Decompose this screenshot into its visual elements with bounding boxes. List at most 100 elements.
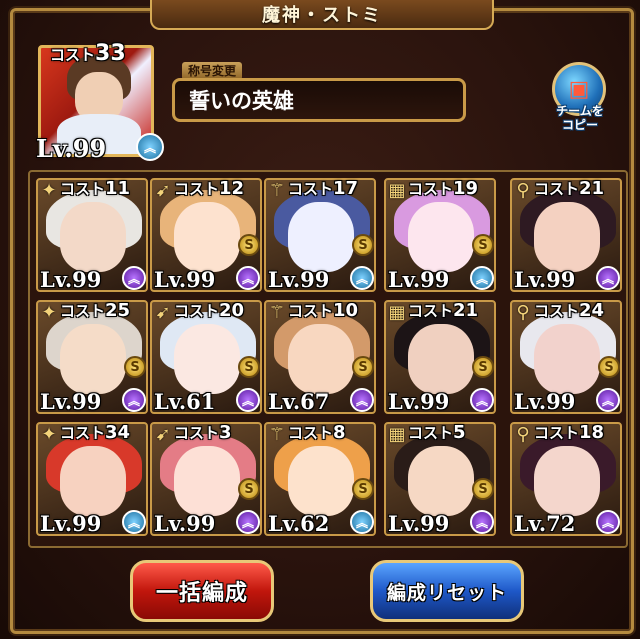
title-value: 誓いの英雄 [189, 89, 294, 113]
skill-s-badge: S [352, 356, 374, 378]
member-cost: コスト34 [60, 422, 131, 443]
class-icon: ⚚ [268, 424, 286, 445]
class-icon: ✦ [41, 180, 57, 201]
awakening-chevron-icon: ︽ [470, 266, 494, 290]
member-level: Lv.99 [388, 511, 450, 536]
skill-s-badge: S [238, 234, 260, 256]
member-cost: コスト8 [288, 422, 346, 443]
member-level: Lv.72 [514, 511, 576, 536]
member-cost: コスト3 [174, 422, 232, 443]
member-level: Lv.99 [514, 267, 576, 292]
bulk-formation-button[interactable]: 一括編成 [130, 560, 274, 622]
leader-slot[interactable]: コスト33 Lv.99 ︽ [36, 41, 164, 163]
awakening-chevron-icon: ︽ [136, 133, 164, 161]
member-cost: コスト5 [408, 422, 466, 443]
member-cost: コスト11 [60, 178, 131, 199]
member-face [288, 324, 354, 394]
class-icon: ⚚ [268, 302, 286, 323]
awakening-chevron-icon: ︽ [350, 510, 374, 534]
member-face [288, 202, 354, 272]
member-slot[interactable]: ⚚ コスト10 S Lv.67 ︽ [264, 300, 376, 414]
awakening-chevron-icon: ︽ [350, 266, 374, 290]
member-face [60, 446, 126, 516]
skill-s-badge: S [598, 356, 620, 378]
class-icon: ➹ [155, 180, 171, 201]
formation-screen: 魔神・ストミ コスト33 Lv.99 ︽ 称号変更 誓いの英雄 ▣ チームを コ… [0, 0, 640, 639]
member-cost: コスト10 [288, 300, 359, 321]
member-cost: コスト19 [408, 178, 479, 199]
class-icon: ⚲ [516, 302, 530, 323]
awakening-chevron-icon: ︽ [350, 388, 374, 412]
member-slot[interactable]: ➹ コスト20 S Lv.61 ︽ [150, 300, 262, 414]
copy-team-label-line1: チームを [556, 104, 604, 118]
member-cost: コスト17 [288, 178, 359, 199]
skill-s-badge: S [238, 478, 260, 500]
member-cost: コスト24 [534, 300, 605, 321]
class-icon: ▦ [388, 180, 406, 201]
awakening-chevron-icon: ︽ [236, 388, 260, 412]
member-slot[interactable]: ⚚ コスト8 S Lv.62 ︽ [264, 422, 376, 536]
awakening-chevron-icon: ︽ [122, 266, 146, 290]
class-icon: ➹ [155, 424, 171, 445]
member-face [60, 202, 126, 272]
member-slot[interactable]: ▦ コスト5 S Lv.99 ︽ [384, 422, 496, 536]
class-icon: ▦ [388, 302, 406, 323]
member-face [534, 446, 600, 516]
class-icon: ✦ [41, 424, 57, 445]
member-face [174, 446, 240, 516]
skill-s-badge: S [472, 234, 494, 256]
member-level: Lv.61 [154, 389, 216, 414]
skill-s-badge: S [352, 234, 374, 256]
awakening-chevron-icon: ︽ [470, 510, 494, 534]
copy-team-button[interactable]: ▣ チームを コピー [544, 62, 616, 138]
member-slot[interactable]: ⚲ コスト21 Lv.99 ︽ [510, 178, 622, 292]
member-level: Lv.99 [268, 267, 330, 292]
member-slot[interactable]: ▦ コスト19 S Lv.99 ︽ [384, 178, 496, 292]
window-title-plate: 魔神・ストミ [150, 0, 494, 30]
member-slot[interactable]: ⚲ コスト24 S Lv.99 ︽ [510, 300, 622, 414]
member-slot[interactable]: ▦ コスト21 S Lv.99 ︽ [384, 300, 496, 414]
member-slot[interactable]: ➹ コスト3 S Lv.99 ︽ [150, 422, 262, 536]
member-level: Lv.99 [514, 389, 576, 414]
member-level: Lv.62 [268, 511, 330, 536]
reset-formation-button[interactable]: 編成リセット [370, 560, 524, 622]
member-cost: コスト20 [174, 300, 245, 321]
member-slot[interactable]: ✦ コスト25 S Lv.99 ︽ [36, 300, 148, 414]
member-slot[interactable]: ➹ コスト12 S Lv.99 ︽ [150, 178, 262, 292]
class-icon: ➹ [155, 302, 171, 323]
class-icon: ⚲ [516, 180, 530, 201]
awakening-chevron-icon: ︽ [122, 510, 146, 534]
member-face [534, 324, 600, 394]
member-face [174, 324, 240, 394]
member-cost: コスト12 [174, 178, 245, 199]
class-icon: ⚲ [516, 424, 530, 445]
copy-team-label-line2: コピー [561, 118, 598, 132]
class-icon: ✦ [41, 302, 57, 323]
member-level: Lv.99 [40, 267, 102, 292]
member-level: Lv.67 [268, 389, 330, 414]
member-slot[interactable]: ⚲ コスト18 Lv.72 ︽ [510, 422, 622, 536]
skill-s-badge: S [352, 478, 374, 500]
class-icon: ⚚ [268, 180, 286, 201]
awakening-chevron-icon: ︽ [596, 510, 620, 534]
member-slot[interactable]: ⚚ コスト17 S Lv.99 ︽ [264, 178, 376, 292]
member-slot[interactable]: ✦ コスト11 Lv.99 ︽ [36, 178, 148, 292]
awakening-chevron-icon: ︽ [122, 388, 146, 412]
awakening-chevron-icon: ︽ [596, 388, 620, 412]
member-slot[interactable]: ✦ コスト34 Lv.99 ︽ [36, 422, 148, 536]
member-level: Lv.99 [154, 511, 216, 536]
awakening-chevron-icon: ︽ [236, 266, 260, 290]
skill-s-badge: S [124, 356, 146, 378]
member-level: Lv.99 [40, 389, 102, 414]
member-face [288, 446, 354, 516]
class-icon: ▦ [388, 424, 406, 445]
member-cost: コスト21 [534, 178, 605, 199]
title-field[interactable]: 誓いの英雄 [172, 78, 466, 122]
member-face [60, 324, 126, 394]
member-cost: コスト21 [408, 300, 479, 321]
member-level: Lv.99 [388, 389, 450, 414]
leader-level: Lv.99 [36, 134, 107, 163]
skill-s-badge: S [472, 356, 494, 378]
member-face [408, 446, 474, 516]
awakening-chevron-icon: ︽ [236, 510, 260, 534]
